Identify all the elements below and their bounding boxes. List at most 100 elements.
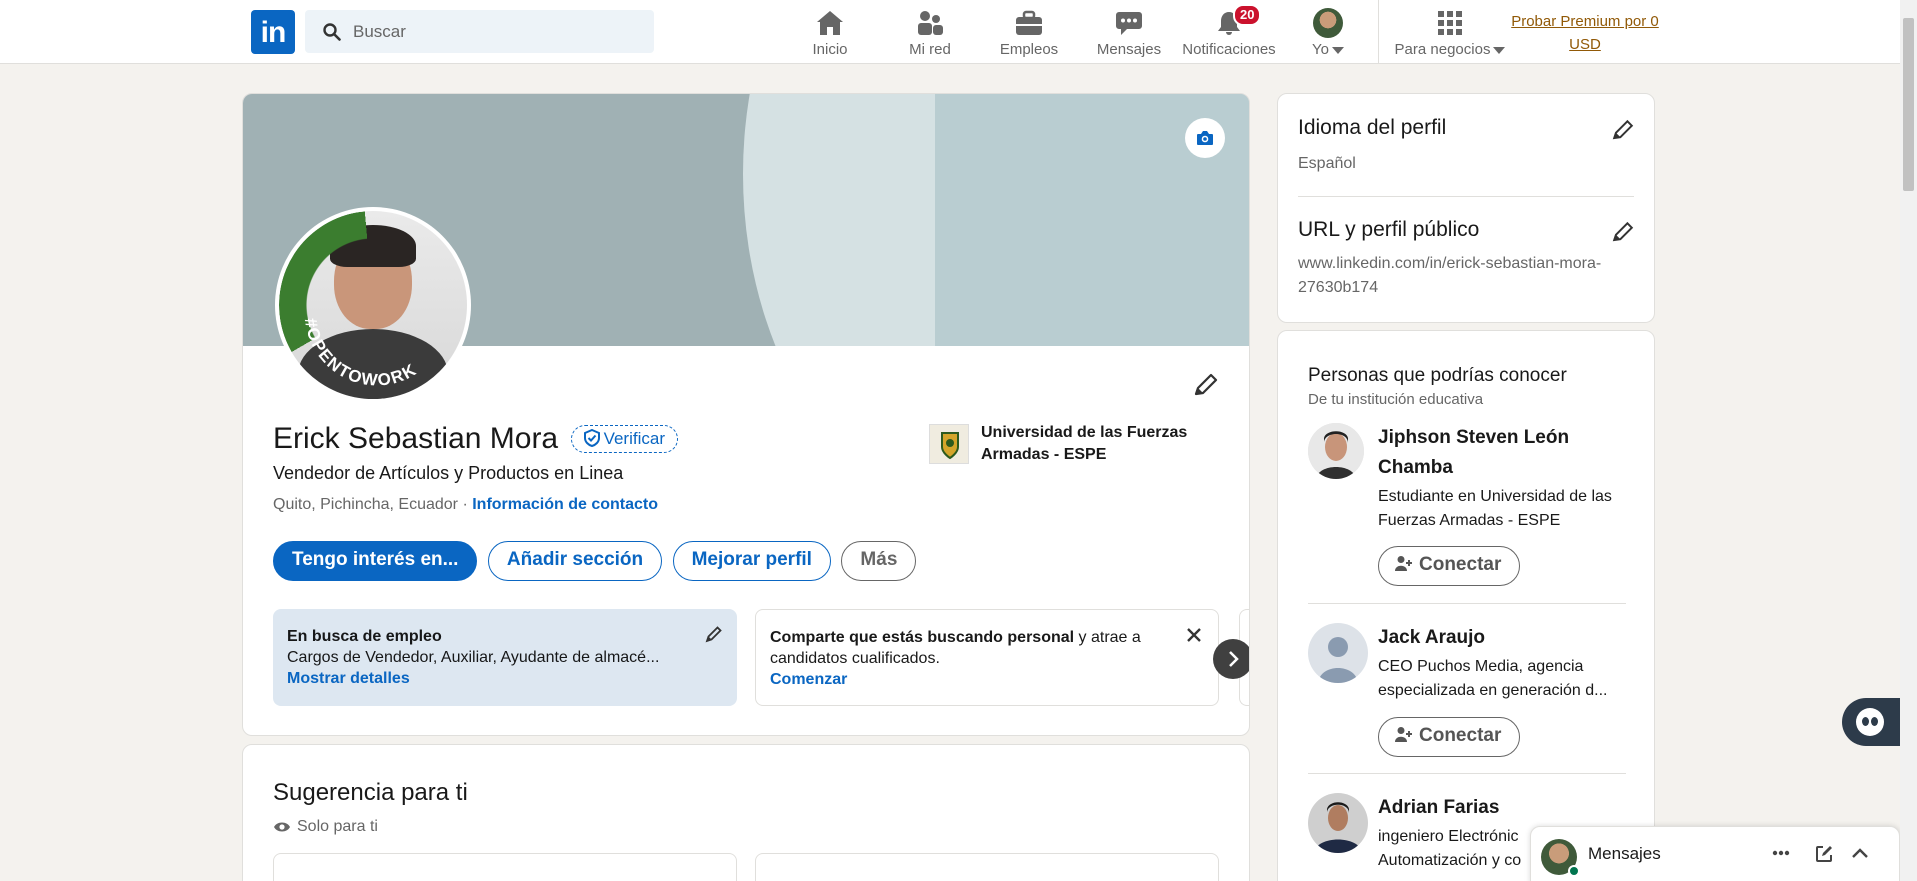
person-avatar[interactable] — [1308, 423, 1364, 479]
shield-check-icon — [583, 428, 600, 448]
eye-icon — [274, 822, 290, 832]
person-avatar[interactable] — [1308, 623, 1368, 683]
open-to-work-detail: Cargos de Vendedor, Auxiliar, Ayudante d… — [287, 649, 660, 666]
premium-line-1: Probar Premium por 0 — [1511, 13, 1659, 30]
messaging-overlay[interactable]: Mensajes — [1530, 826, 1900, 881]
add-person-icon — [1395, 556, 1412, 571]
search-input[interactable] — [353, 10, 643, 53]
bot-icon — [1856, 708, 1884, 736]
edit-language-button[interactable] — [1608, 116, 1638, 146]
person-avatar[interactable] — [1308, 793, 1368, 853]
divider — [1308, 603, 1626, 604]
crest-icon — [941, 432, 959, 460]
open-to-work-card[interactable]: En busca de empleo Cargos de Vendedor, A… — [273, 609, 737, 706]
connect-button[interactable]: Conectar — [1378, 546, 1521, 586]
name-row: Erick Sebastian Mora Verificar — [273, 422, 678, 456]
education-name: Universidad de las Fuerzas Armadas - ESP… — [981, 424, 1188, 463]
nav-home-label: Inicio — [812, 41, 848, 58]
person-description: CEO Puchos Media, agencia especializada … — [1378, 658, 1608, 699]
nav-jobs[interactable]: Empleos — [992, 6, 1066, 60]
profile-headline: Vendedor de Artículos y Productos en Lin… — [273, 463, 624, 483]
edit-url-button[interactable] — [1608, 218, 1638, 248]
get-started-link[interactable]: Comenzar — [770, 671, 847, 688]
nav-jobs-label: Empleos — [999, 41, 1059, 58]
add-person-icon — [1395, 727, 1412, 742]
premium-link[interactable]: Probar Premium por 0 USD — [1505, 10, 1665, 56]
carousel-next-button[interactable] — [1213, 639, 1249, 679]
person-card: Jiphson Steven León Chamba Estudiante en… — [1308, 423, 1628, 604]
profile-name: Erick Sebastian Mora — [273, 422, 559, 455]
profile-card: #OPENTOWORK Erick Sebastian Mora Verific… — [242, 93, 1250, 736]
contact-info-link[interactable]: Información de contacto — [472, 496, 658, 513]
people-subtitle: De tu institución educativa — [1308, 391, 1484, 408]
pencil-icon[interactable] — [705, 625, 723, 643]
nav-business[interactable]: Para negocios — [1390, 6, 1510, 60]
hiring-title: Comparte que estás buscando personal — [770, 629, 1075, 646]
nav-network-label: Mi red — [909, 41, 951, 58]
page-scrollbar[interactable] — [1900, 0, 1917, 881]
chevron-right-icon — [1229, 651, 1239, 667]
nav-me-label: Yo — [1312, 41, 1329, 58]
profile-language-value: Español — [1298, 155, 1356, 172]
suggestions-card: Sugerencia para ti Solo para ti — [242, 744, 1250, 881]
profile-actions: Tengo interés en... Añadir sección Mejor… — [273, 541, 922, 581]
nav-divider — [1378, 0, 1379, 64]
nav-business-label: Para negocios — [1394, 41, 1491, 58]
person-name[interactable]: Jack Araujo — [1378, 623, 1628, 653]
me-avatar — [1313, 8, 1343, 38]
chevron-down-icon — [1331, 46, 1344, 54]
people-you-may-know-card: Personas que podrías conocer De tu insti… — [1277, 330, 1655, 881]
people-title: Personas que podrías conocer — [1308, 365, 1567, 386]
briefcase-icon — [1016, 10, 1042, 35]
show-details-link[interactable]: Mostrar detalles — [287, 670, 410, 687]
compose-icon[interactable] — [1815, 845, 1833, 863]
add-section-button[interactable]: Añadir sección — [487, 541, 663, 581]
person-name[interactable]: Adrian Farias — [1378, 793, 1628, 823]
suggestion-item[interactable] — [755, 853, 1219, 881]
edit-banner-button[interactable] — [1185, 118, 1225, 158]
improve-profile-button[interactable]: Mejorar perfil — [672, 541, 831, 581]
svg-text:#OPENTOWORK: #OPENTOWORK — [301, 317, 420, 390]
person-name[interactable]: Jiphson Steven León Chamba — [1378, 423, 1628, 483]
network-icon — [918, 11, 943, 35]
nav-home[interactable]: Inicio — [798, 6, 862, 60]
nav-network[interactable]: Mi red — [898, 6, 962, 60]
suggestion-item[interactable] — [273, 853, 737, 881]
assistant-bubble[interactable] — [1842, 698, 1900, 746]
profile-language-title: Idioma del perfil — [1298, 116, 1447, 139]
nav-notifications[interactable]: 20 Notificaciones — [1181, 4, 1277, 60]
more-options-icon[interactable] — [1772, 850, 1790, 856]
nav-notifications-label: Notificaciones — [1182, 41, 1276, 58]
linkedin-logo[interactable]: in — [251, 10, 295, 54]
grid-icon — [1438, 11, 1462, 35]
nav-me[interactable]: Yo — [1300, 6, 1356, 60]
messaging-title: Mensajes — [1588, 844, 1661, 863]
chevron-down-icon — [1493, 46, 1506, 54]
search-box[interactable] — [305, 10, 654, 53]
location-separator: · — [462, 496, 468, 513]
hiring-card: Comparte que estás buscando personal y a… — [755, 609, 1219, 706]
close-icon[interactable] — [1186, 627, 1202, 643]
open-to-button[interactable]: Tengo interés en... — [273, 541, 478, 581]
profile-location-row: Quito, Pichincha, Ecuador · Información … — [273, 496, 658, 514]
edit-intro-button[interactable] — [1189, 369, 1223, 403]
scrollbar-thumb[interactable] — [1903, 18, 1914, 191]
divider — [1308, 773, 1626, 774]
more-button[interactable]: Más — [841, 541, 917, 581]
suggestions-subtitle-row: Solo para ti — [273, 818, 378, 836]
connect-button[interactable]: Conectar — [1378, 717, 1521, 757]
public-url-title: URL y perfil público — [1298, 218, 1480, 241]
profile-photo[interactable]: #OPENTOWORK — [275, 207, 471, 403]
chevron-up-icon[interactable] — [1851, 847, 1869, 859]
top-navigation: in Inicio Mi red Empleos Mensajes 20 Not… — [0, 0, 1900, 64]
pencil-icon — [1612, 221, 1634, 242]
person-card: Jack Araujo CEO Puchos Media, agencia es… — [1308, 623, 1628, 774]
home-icon — [817, 11, 843, 35]
nav-messages[interactable]: Mensajes — [1092, 6, 1166, 60]
online-status-dot — [1568, 865, 1580, 877]
open-to-work-title: En busca de empleo — [287, 628, 442, 645]
pencil-icon — [1612, 119, 1634, 140]
verify-button[interactable]: Verificar — [570, 425, 678, 453]
university-logo — [929, 424, 969, 464]
search-icon — [323, 23, 341, 41]
